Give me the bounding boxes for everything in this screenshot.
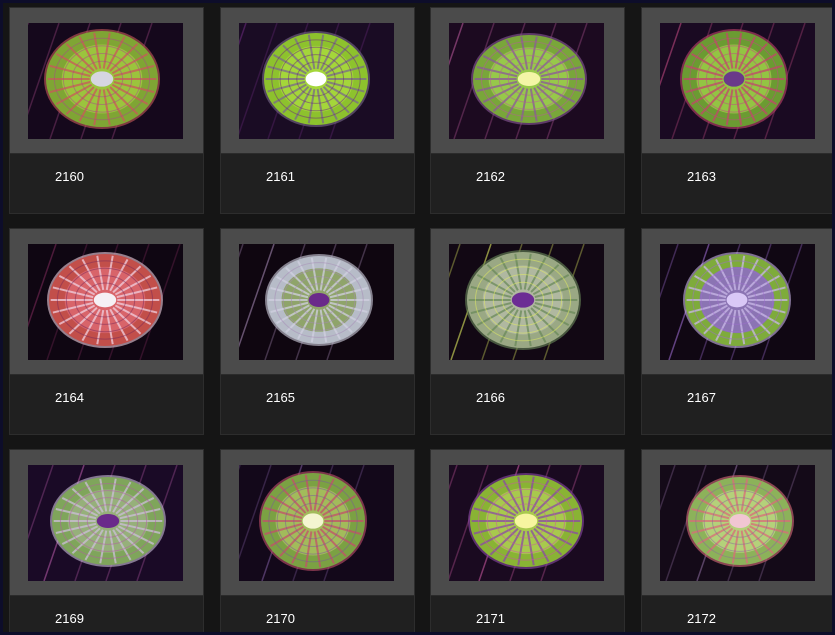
product-id-label: 2169 — [55, 611, 84, 626]
product-card-2162[interactable]: 2162 — [430, 7, 625, 214]
thumbnail-frame — [642, 229, 832, 375]
product-card-2170[interactable]: 2170 — [220, 449, 415, 632]
coral-thumbnail-2163[interactable] — [660, 23, 815, 139]
coral-thumbnail-2165[interactable] — [239, 244, 394, 360]
product-card-2166[interactable]: 2166 — [430, 228, 625, 435]
product-card-2171[interactable]: 2171 — [430, 449, 625, 632]
thumbnail-frame — [10, 8, 203, 154]
product-card-2160[interactable]: 2160 — [9, 7, 204, 214]
product-id-label: 2171 — [476, 611, 505, 626]
thumbnail-frame — [221, 450, 414, 596]
product-id-label: 2167 — [687, 390, 716, 405]
thumbnail-frame — [642, 450, 832, 596]
product-id-label: 2164 — [55, 390, 84, 405]
product-card-2164[interactable]: 2164 — [9, 228, 204, 435]
product-id-label: 2172 — [687, 611, 716, 626]
thumbnail-frame — [10, 450, 203, 596]
product-id-label: 2165 — [266, 390, 295, 405]
product-id-label: 2166 — [476, 390, 505, 405]
coral-thumbnail-2161[interactable] — [239, 23, 394, 139]
product-card-2165[interactable]: 2165 — [220, 228, 415, 435]
product-id-label: 2160 — [55, 169, 84, 184]
thumbnail-frame — [642, 8, 832, 154]
thumbnail-frame — [10, 229, 203, 375]
coral-thumbnail-2164[interactable] — [28, 244, 183, 360]
gallery-frame: 2160 2161 2162 2163 2164 2165 2166 2167 … — [0, 0, 835, 635]
thumbnail-frame — [221, 229, 414, 375]
coral-thumbnail-2162[interactable] — [449, 23, 604, 139]
product-id-label: 2161 — [266, 169, 295, 184]
coral-thumbnail-2166[interactable] — [449, 244, 604, 360]
product-card-2161[interactable]: 2161 — [220, 7, 415, 214]
product-id-label: 2170 — [266, 611, 295, 626]
coral-thumbnail-2169[interactable] — [28, 465, 183, 581]
product-card-2169[interactable]: 2169 — [9, 449, 204, 632]
product-card-2167[interactable]: 2167 — [641, 228, 832, 435]
product-grid: 2160 2161 2162 2163 2164 2165 2166 2167 … — [5, 7, 832, 632]
coral-thumbnail-2170[interactable] — [239, 465, 394, 581]
product-id-label: 2163 — [687, 169, 716, 184]
thumbnail-frame — [221, 8, 414, 154]
product-card-2172[interactable]: 2172 — [641, 449, 832, 632]
product-card-2163[interactable]: 2163 — [641, 7, 832, 214]
coral-thumbnail-2160[interactable] — [28, 23, 183, 139]
thumbnail-frame — [431, 450, 624, 596]
thumbnail-frame — [431, 229, 624, 375]
product-id-label: 2162 — [476, 169, 505, 184]
thumbnail-frame — [431, 8, 624, 154]
coral-thumbnail-2167[interactable] — [660, 244, 815, 360]
coral-thumbnail-2172[interactable] — [660, 465, 815, 581]
coral-thumbnail-2171[interactable] — [449, 465, 604, 581]
